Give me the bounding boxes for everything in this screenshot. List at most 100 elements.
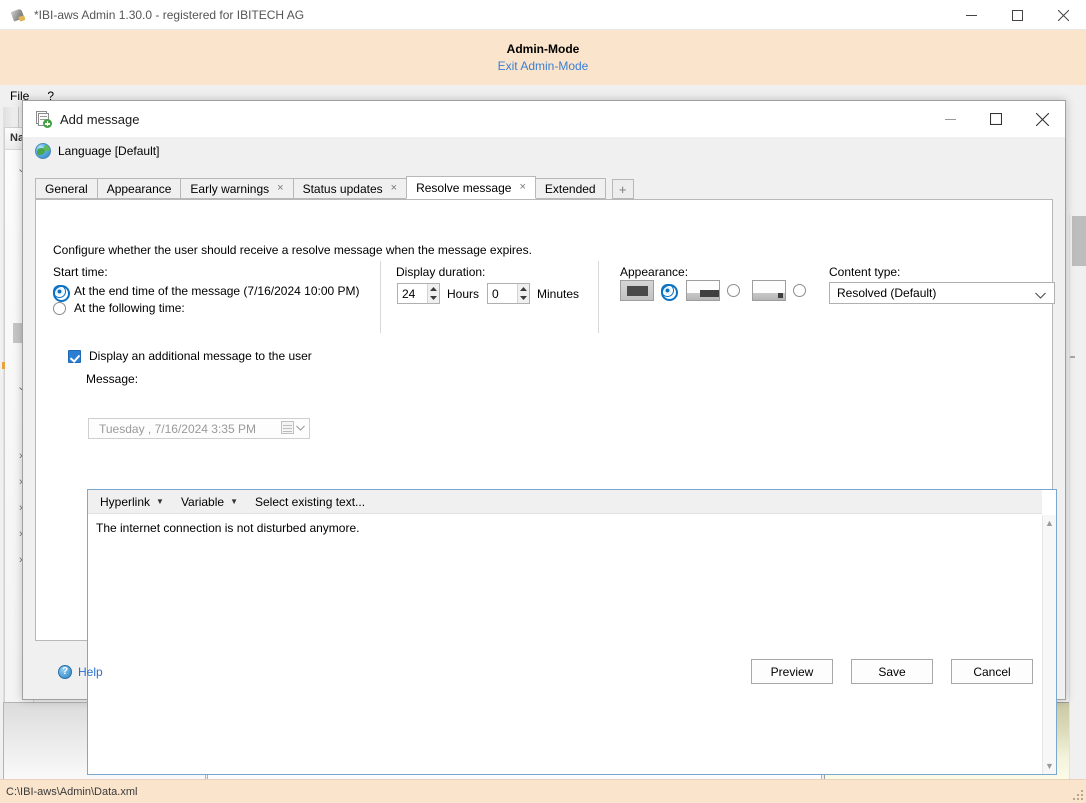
divider-1: [380, 261, 381, 333]
tab-status-updates[interactable]: Status updates ×: [293, 178, 408, 199]
appearance-corner-marker-radio[interactable]: [793, 284, 806, 297]
dialog-buttons: Preview Save Cancel: [751, 659, 1033, 684]
hyperlink-menu[interactable]: Hyperlink ▼: [93, 493, 171, 511]
appearance-bottom-bar-icon: [686, 280, 720, 301]
help-icon: ?: [58, 665, 72, 679]
app-statusbar: C:\IBI-aws\Admin\Data.xml: [0, 779, 1086, 803]
tab-early-warnings-close-icon[interactable]: ×: [277, 183, 283, 194]
dialog-maximize-button[interactable]: [973, 101, 1019, 137]
hours-spin-buttons[interactable]: [427, 284, 439, 303]
minutes-unit-label: Minutes: [537, 287, 579, 301]
preview-button[interactable]: Preview: [751, 659, 833, 684]
tab-status-updates-label: Status updates: [303, 182, 383, 196]
chevron-down-icon: ▼: [230, 497, 238, 506]
start-datetime-dropdown[interactable]: [281, 421, 305, 434]
tab-resolve-message[interactable]: Resolve message ×: [406, 176, 536, 199]
app-scrollbar-thumb[interactable]: [1072, 216, 1086, 266]
minutes-spin-buttons[interactable]: [517, 284, 529, 303]
divider-2: [598, 261, 599, 333]
screen: *IBI-aws Admin 1.30.0 - registered for I…: [0, 0, 1086, 803]
display-additional-message-label: Display an additional message to the use…: [89, 349, 312, 363]
appearance-option-full-banner[interactable]: [620, 280, 674, 301]
minutes-stepper[interactable]: [487, 283, 530, 304]
radio-following-time[interactable]: At the following time:: [53, 301, 185, 315]
exit-admin-mode-link[interactable]: Exit Admin-Mode: [498, 59, 589, 73]
tab-early-warnings-label: Early warnings: [190, 182, 269, 196]
hours-input[interactable]: [398, 284, 427, 303]
radio-following-time-label: At the following time:: [74, 301, 185, 315]
message-editor-body[interactable]: The internet connection is not disturbed…: [88, 515, 1042, 774]
globe-icon: [35, 143, 51, 159]
dialog-minimize-button[interactable]: [927, 101, 973, 137]
chevron-down-icon: ▼: [156, 497, 164, 506]
radio-end-time-of-message[interactable]: At the end time of the message (7/16/202…: [53, 284, 360, 298]
minutes-spin-up-icon[interactable]: [518, 284, 529, 294]
radio-end-time-indicator: [53, 285, 66, 298]
app-vertical-scrollbar[interactable]: [1069, 214, 1086, 803]
minutes-spin-down-icon[interactable]: [518, 294, 529, 304]
tab-appearance[interactable]: Appearance: [97, 178, 182, 199]
tab-status-updates-close-icon[interactable]: ×: [391, 183, 397, 194]
app-minimize-button[interactable]: [948, 0, 994, 30]
app-maximize-button[interactable]: [994, 0, 1040, 30]
message-editor-toolbar: Hyperlink ▼ Variable ▼ Select existing t…: [88, 490, 1042, 514]
start-datetime-value: Tuesday , 7/16/2024 3:35 PM: [89, 422, 256, 436]
tab-resolve-message-close-icon[interactable]: ×: [519, 182, 525, 193]
tab-extended-label: Extended: [545, 182, 596, 196]
add-message-dialog: Add message Language [Default]: [22, 100, 1066, 700]
resize-grip-icon[interactable]: [1071, 788, 1083, 800]
dialog-titlebar: Add message: [23, 101, 1065, 137]
display-additional-message-checkbox[interactable]: Display an additional message to the use…: [68, 349, 312, 363]
appearance-corner-marker-icon: [752, 280, 786, 301]
tab-general[interactable]: General: [35, 178, 98, 199]
select-existing-text-button[interactable]: Select existing text...: [248, 493, 372, 511]
appearance-full-banner-radio[interactable]: [661, 284, 674, 297]
hours-unit-label: Hours: [447, 287, 479, 301]
intro-text: Configure whether the user should receiv…: [53, 243, 532, 257]
tab-resolve-message-label: Resolve message: [416, 181, 511, 195]
app-logo-icon: [10, 7, 26, 23]
message-editor-scrollbar[interactable]: ▲ ▼: [1042, 515, 1056, 774]
cancel-button[interactable]: Cancel: [951, 659, 1033, 684]
dialog-close-button[interactable]: [1019, 101, 1065, 137]
tab-appearance-label: Appearance: [107, 182, 172, 196]
app-window-controls: [948, 0, 1086, 30]
language-row[interactable]: Language [Default]: [35, 143, 159, 159]
appearance-label: Appearance:: [620, 265, 688, 279]
appearance-option-bottom-bar[interactable]: [686, 280, 740, 301]
tab-early-warnings[interactable]: Early warnings ×: [180, 178, 293, 199]
message-label: Message:: [86, 372, 138, 386]
hours-stepper[interactable]: [397, 283, 440, 304]
variable-menu[interactable]: Variable ▼: [174, 493, 245, 511]
minutes-input[interactable]: [488, 284, 517, 303]
content-type-value: Resolved (Default): [837, 286, 936, 300]
tab-extended[interactable]: Extended: [535, 178, 606, 199]
tab-general-label: General: [45, 182, 88, 196]
add-tab-button[interactable]: +: [612, 179, 634, 199]
app-titlebar: *IBI-aws Admin 1.30.0 - registered for I…: [0, 0, 1086, 30]
app-title: *IBI-aws Admin 1.30.0 - registered for I…: [34, 8, 304, 22]
dialog-title: Add message: [60, 112, 140, 127]
appearance-options: [620, 280, 806, 301]
select-existing-text-label: Select existing text...: [255, 495, 365, 509]
scroll-down-icon[interactable]: ▼: [1045, 761, 1054, 771]
start-datetime-picker[interactable]: Tuesday , 7/16/2024 3:35 PM: [88, 418, 310, 439]
appearance-option-corner-marker[interactable]: [752, 280, 806, 301]
hours-spin-up-icon[interactable]: [428, 284, 439, 294]
hours-spin-down-icon[interactable]: [428, 294, 439, 304]
display-duration-label: Display duration:: [396, 265, 485, 279]
app-close-button[interactable]: [1040, 0, 1086, 30]
help-link[interactable]: ? Help: [58, 665, 103, 679]
message-editor[interactable]: Hyperlink ▼ Variable ▼ Select existing t…: [87, 489, 1057, 775]
dialog-footer: ? Help Preview Save Cancel: [23, 647, 1065, 699]
content-type-select[interactable]: Resolved (Default): [829, 282, 1055, 304]
dialog-window-controls: [927, 101, 1065, 137]
scroll-up-icon[interactable]: ▲: [1045, 518, 1054, 528]
chevron-down-icon: [1035, 288, 1046, 302]
admin-mode-banner: Admin-Mode Exit Admin-Mode: [0, 30, 1086, 85]
appearance-bottom-bar-radio[interactable]: [727, 284, 740, 297]
message-editor-text: The internet connection is not disturbed…: [96, 521, 359, 535]
calendar-icon: [281, 421, 294, 434]
save-button[interactable]: Save: [851, 659, 933, 684]
statusbar-path: C:\IBI-aws\Admin\Data.xml: [6, 786, 137, 798]
